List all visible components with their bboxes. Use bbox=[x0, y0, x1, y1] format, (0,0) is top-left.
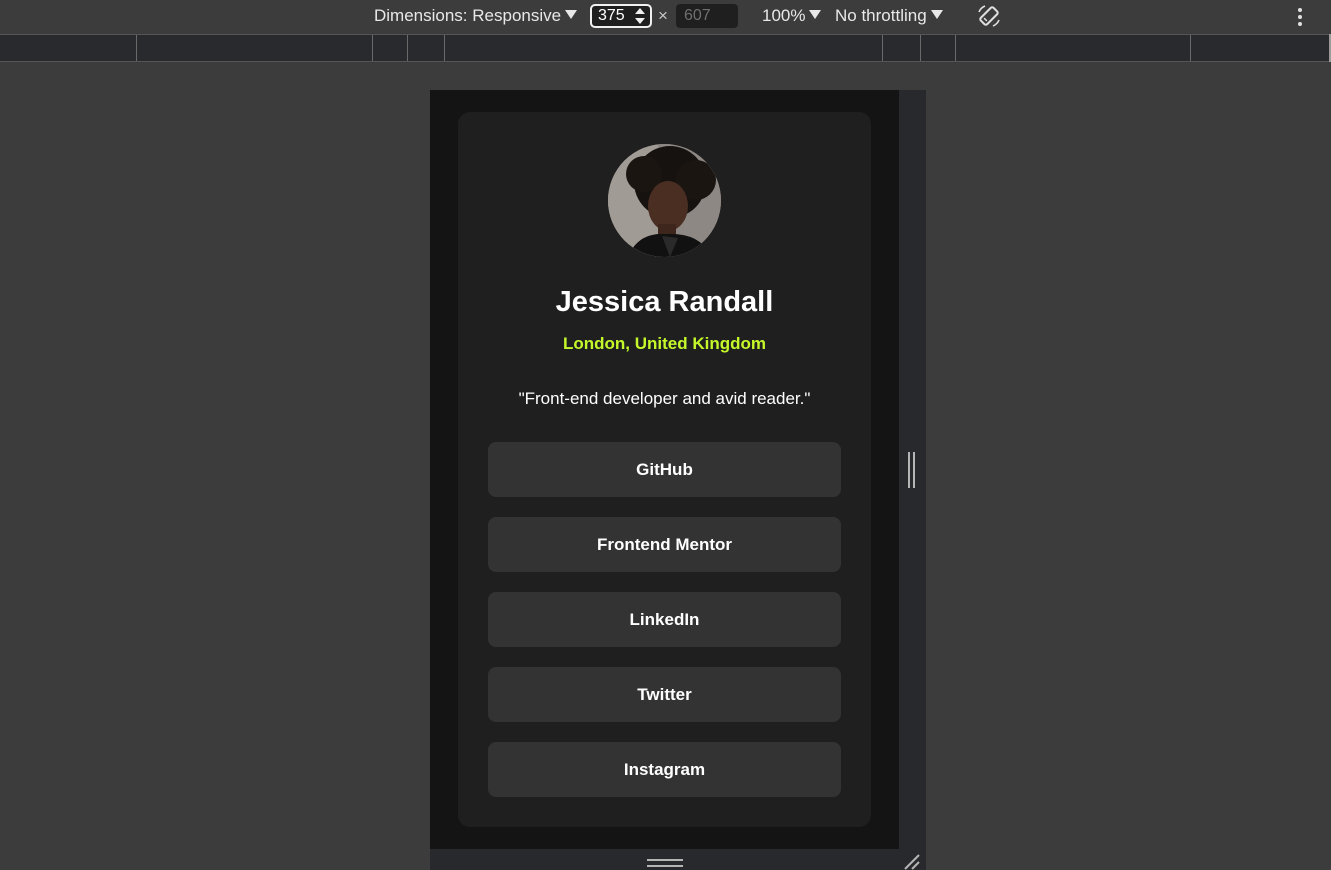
width-field[interactable] bbox=[590, 4, 652, 28]
throttling-dropdown[interactable]: No throttling bbox=[835, 6, 943, 26]
link-instagram-button[interactable]: Instagram bbox=[488, 742, 841, 797]
resize-handle-bottom[interactable] bbox=[430, 849, 926, 870]
profile-location: London, United Kingdom bbox=[562, 334, 766, 353]
dimensions-label: Dimensions: Responsive bbox=[374, 6, 562, 25]
rotate-icon[interactable] bbox=[976, 3, 1002, 29]
grip-icon bbox=[913, 452, 915, 488]
avatar-photo bbox=[608, 144, 721, 257]
caret-down-icon bbox=[930, 10, 943, 19]
link-twitter-button[interactable]: Twitter bbox=[488, 667, 841, 722]
emulated-viewport: Jessica Randall London, United Kingdom "… bbox=[430, 90, 899, 849]
caret-down-icon bbox=[809, 10, 822, 19]
device-toolbar: Dimensions: Responsive × 607 100% No thr… bbox=[0, 0, 1331, 34]
dimensions-dropdown[interactable]: Dimensions: Responsive bbox=[374, 6, 578, 26]
link-github-button[interactable]: GitHub bbox=[488, 442, 841, 497]
grip-icon bbox=[647, 865, 683, 867]
avatar bbox=[608, 144, 721, 257]
resize-handle-right[interactable] bbox=[899, 90, 926, 849]
more-vert-icon[interactable] bbox=[1294, 6, 1306, 28]
height-input[interactable]: 607 bbox=[676, 4, 738, 28]
times-separator: × bbox=[658, 6, 668, 25]
resize-corner-icon[interactable] bbox=[903, 853, 921, 870]
width-input[interactable] bbox=[592, 7, 630, 25]
link-linkedin-button[interactable]: LinkedIn bbox=[488, 592, 841, 647]
grip-icon bbox=[647, 859, 683, 861]
profile-name: Jessica Randall bbox=[555, 286, 774, 318]
throttling-label: No throttling bbox=[835, 6, 927, 25]
zoom-dropdown[interactable]: 100% bbox=[762, 6, 822, 26]
media-query-bar[interactable] bbox=[0, 34, 1329, 62]
zoom-label: 100% bbox=[762, 6, 806, 25]
stepper-icon[interactable] bbox=[634, 7, 646, 25]
profile-bio: "Front-end developer and avid reader." bbox=[518, 389, 811, 408]
profile-card: Jessica Randall London, United Kingdom "… bbox=[458, 112, 871, 827]
caret-down-icon bbox=[565, 10, 578, 19]
link-frontend-mentor-button[interactable]: Frontend Mentor bbox=[488, 517, 841, 572]
grip-icon bbox=[908, 452, 910, 488]
